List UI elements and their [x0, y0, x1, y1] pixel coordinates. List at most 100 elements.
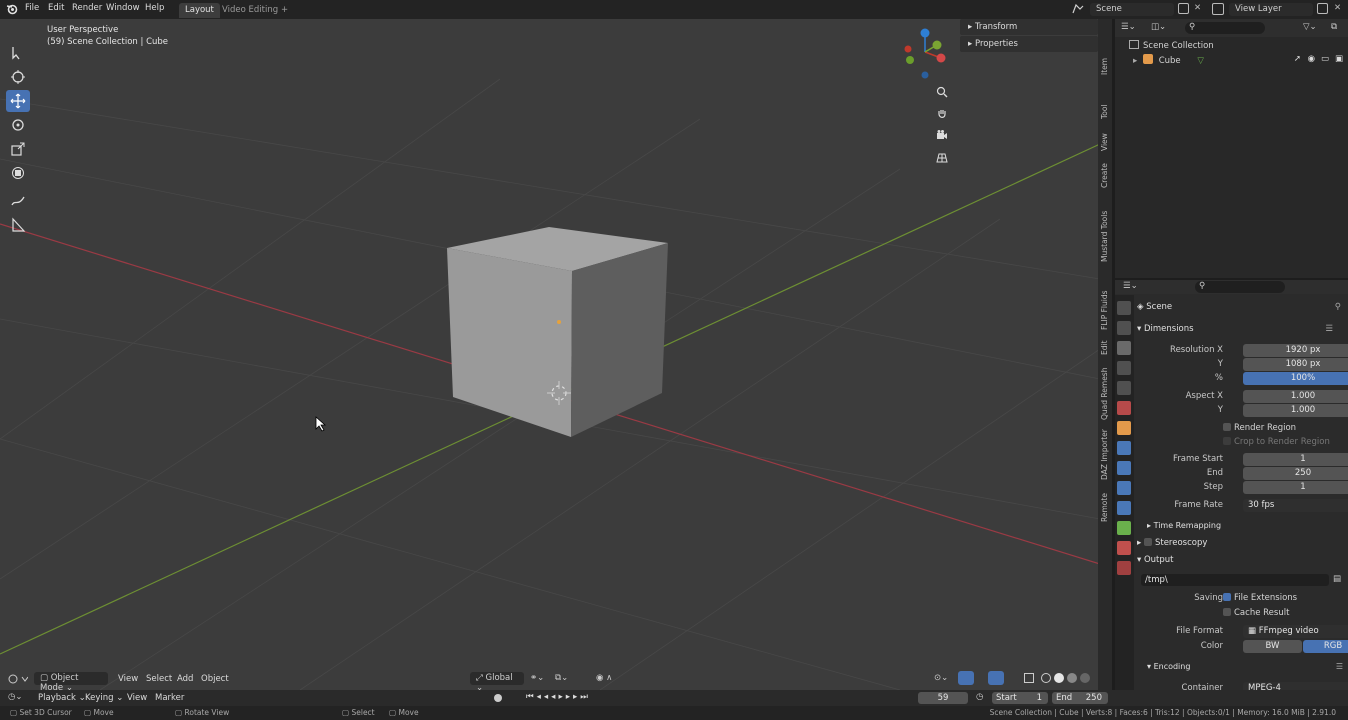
current-frame-field[interactable]: 59	[918, 692, 968, 704]
camera-view-icon[interactable]	[933, 126, 951, 144]
output-props-icon[interactable]	[1117, 341, 1131, 355]
xray-toggle-icon[interactable]	[1024, 673, 1034, 683]
filter-icon[interactable]: ▽⌄	[1303, 22, 1317, 32]
view-layer-props-icon[interactable]	[1117, 361, 1131, 375]
frame-rate-select[interactable]: 30 fps⌄	[1243, 499, 1348, 512]
tab-layout[interactable]: Layout	[179, 3, 220, 18]
resolution-x-field[interactable]: 1920 px	[1243, 344, 1348, 357]
monitor-icon[interactable]: ▭	[1321, 54, 1329, 64]
time-remapping-panel[interactable]: ▸ Time Remapping	[1147, 521, 1348, 535]
aspect-x-field[interactable]: 1.000	[1243, 390, 1348, 403]
3d-viewport[interactable]: User Perspective (59) Scene Collection |…	[0, 19, 1100, 690]
material-props-icon[interactable]	[1117, 541, 1131, 555]
tab-mustard-tools[interactable]: Mustard Tools	[1100, 211, 1109, 262]
move-tool[interactable]	[6, 90, 30, 112]
timeline-menu-keying[interactable]: Keying ⌄	[85, 693, 123, 703]
outliner-search-input[interactable]: ⚲	[1185, 22, 1265, 34]
overlay-toggle-icon[interactable]	[988, 671, 1004, 685]
resolution-y-field[interactable]: 1080 px	[1243, 358, 1348, 371]
tab-create[interactable]: Create	[1100, 163, 1109, 188]
menu-window[interactable]: Window	[106, 3, 140, 13]
stereoscopy-panel[interactable]: ▸ Stereoscopy	[1137, 538, 1347, 552]
material-shading-icon[interactable]	[1067, 673, 1077, 683]
timeline-menu-view[interactable]: View	[127, 693, 147, 703]
tab-quad-remesh[interactable]: Quad Remesh	[1100, 368, 1109, 420]
gizmo-toggle-icon[interactable]	[958, 671, 974, 685]
select-box-tool[interactable]	[6, 42, 30, 64]
expand-arrow-icon[interactable]: ▸	[1133, 56, 1137, 66]
render-region-row[interactable]: Render Region	[1137, 422, 1347, 435]
close-scene-icon[interactable]: ✕	[1194, 3, 1201, 13]
resolution-percent-field[interactable]: 100%	[1243, 372, 1348, 385]
tab-flip-fluids[interactable]: FLIP Fluids	[1100, 290, 1109, 330]
eye-icon[interactable]: ◉	[1308, 54, 1315, 64]
ortho-toggle-icon[interactable]	[933, 148, 951, 166]
menu-edit[interactable]: Edit	[48, 3, 64, 13]
output-panel-header[interactable]: ▾ Output	[1137, 555, 1347, 569]
scene-collection-row[interactable]: Scene Collection	[1129, 40, 1214, 51]
record-icon[interactable]	[494, 694, 502, 702]
cursor-tool[interactable]	[6, 66, 30, 88]
frame-end-field[interactable]: 250	[1243, 467, 1348, 480]
view-layer-selector[interactable]: View Layer	[1229, 3, 1313, 16]
aspect-y-field[interactable]: 1.000	[1243, 404, 1348, 417]
blender-logo-icon[interactable]	[6, 3, 18, 15]
timeline-menu-marker[interactable]: Marker	[155, 693, 184, 703]
scene-icon[interactable]	[1071, 3, 1085, 15]
texture-props-icon[interactable]	[1117, 561, 1131, 575]
encoding-presets-icon[interactable]: ☰	[1336, 662, 1343, 671]
new-collection-icon[interactable]: ⧉	[1331, 22, 1337, 32]
wireframe-shading-icon[interactable]	[1041, 673, 1051, 683]
folder-icon[interactable]: ▤	[1333, 574, 1341, 584]
viewport-menu-object[interactable]: Object	[201, 674, 229, 684]
tab-item[interactable]: Item	[1100, 58, 1109, 75]
snap-icon[interactable]: ⧉⌄	[555, 673, 568, 683]
playback-controls[interactable]: ⏮◂◂◂▸▸▸⏭	[526, 692, 591, 702]
crop-region-row[interactable]: Crop to Render Region	[1137, 436, 1347, 449]
menu-help[interactable]: Help	[145, 3, 164, 13]
cache-result-checkbox[interactable]	[1223, 608, 1231, 616]
copy-scene-icon[interactable]	[1178, 3, 1189, 14]
tab-remote[interactable]: Remote	[1100, 493, 1109, 522]
editor-type-icon[interactable]	[8, 673, 29, 685]
viewport-menu-select[interactable]: Select	[146, 674, 172, 684]
copy-view-layer-icon[interactable]	[1317, 3, 1328, 14]
color-rgb-button[interactable]: RGB	[1303, 640, 1348, 653]
pivot-point-icon[interactable]: ⚭⌄	[530, 673, 544, 683]
physics-props-icon[interactable]	[1117, 481, 1131, 495]
pin-icon[interactable]: ⚲	[1335, 302, 1341, 312]
outliner-row-cube[interactable]: ▸ Cube ▽ ➚ ◉ ▭ ▣	[1133, 54, 1345, 66]
transform-section[interactable]: ▸ Transform	[960, 19, 1098, 35]
frame-step-field[interactable]: 1	[1243, 481, 1348, 494]
file-format-select[interactable]: ▦ FFmpeg video⌄	[1243, 625, 1348, 638]
tab-video-editing[interactable]: Video Editing	[216, 3, 284, 18]
visibility-icon[interactable]: ⊙⌄	[934, 673, 948, 683]
solid-shading-icon[interactable]	[1054, 673, 1064, 683]
properties-search-input[interactable]: ⚲	[1195, 281, 1285, 293]
tab-daz-importer[interactable]: DAZ Importer	[1100, 429, 1109, 480]
constraints-props-icon[interactable]	[1117, 501, 1131, 515]
scale-tool[interactable]	[6, 138, 30, 160]
object-props-icon[interactable]	[1117, 421, 1131, 435]
tool-props-icon[interactable]	[1117, 301, 1131, 315]
rotate-tool[interactable]	[6, 114, 30, 136]
select-toggle-icon[interactable]: ➚	[1294, 54, 1301, 64]
file-extensions-checkbox[interactable]	[1223, 593, 1231, 601]
particles-props-icon[interactable]	[1117, 461, 1131, 475]
world-props-icon[interactable]	[1117, 401, 1131, 415]
menu-render[interactable]: Render	[72, 3, 102, 13]
pan-view-icon[interactable]	[933, 105, 951, 123]
measure-tool[interactable]	[6, 214, 30, 236]
scene-selector[interactable]: Scene	[1090, 3, 1174, 16]
preview-range-icon[interactable]: ◷	[976, 692, 983, 702]
tab-view[interactable]: View	[1100, 133, 1109, 151]
rendered-shading-icon[interactable]	[1080, 673, 1090, 683]
view-layer-icon[interactable]	[1212, 3, 1224, 15]
timeline-editor-type-icon[interactable]: ◷⌄	[8, 692, 23, 702]
presets-icon[interactable]: ☰	[1325, 324, 1333, 334]
zoom-view-icon[interactable]	[933, 83, 951, 101]
properties-editor-type-icon[interactable]: ☰⌄	[1123, 281, 1138, 291]
outliner-editor-type-icon[interactable]: ☰⌄	[1121, 22, 1136, 32]
data-props-icon[interactable]	[1117, 521, 1131, 535]
tab-edit[interactable]: Edit	[1100, 340, 1109, 355]
